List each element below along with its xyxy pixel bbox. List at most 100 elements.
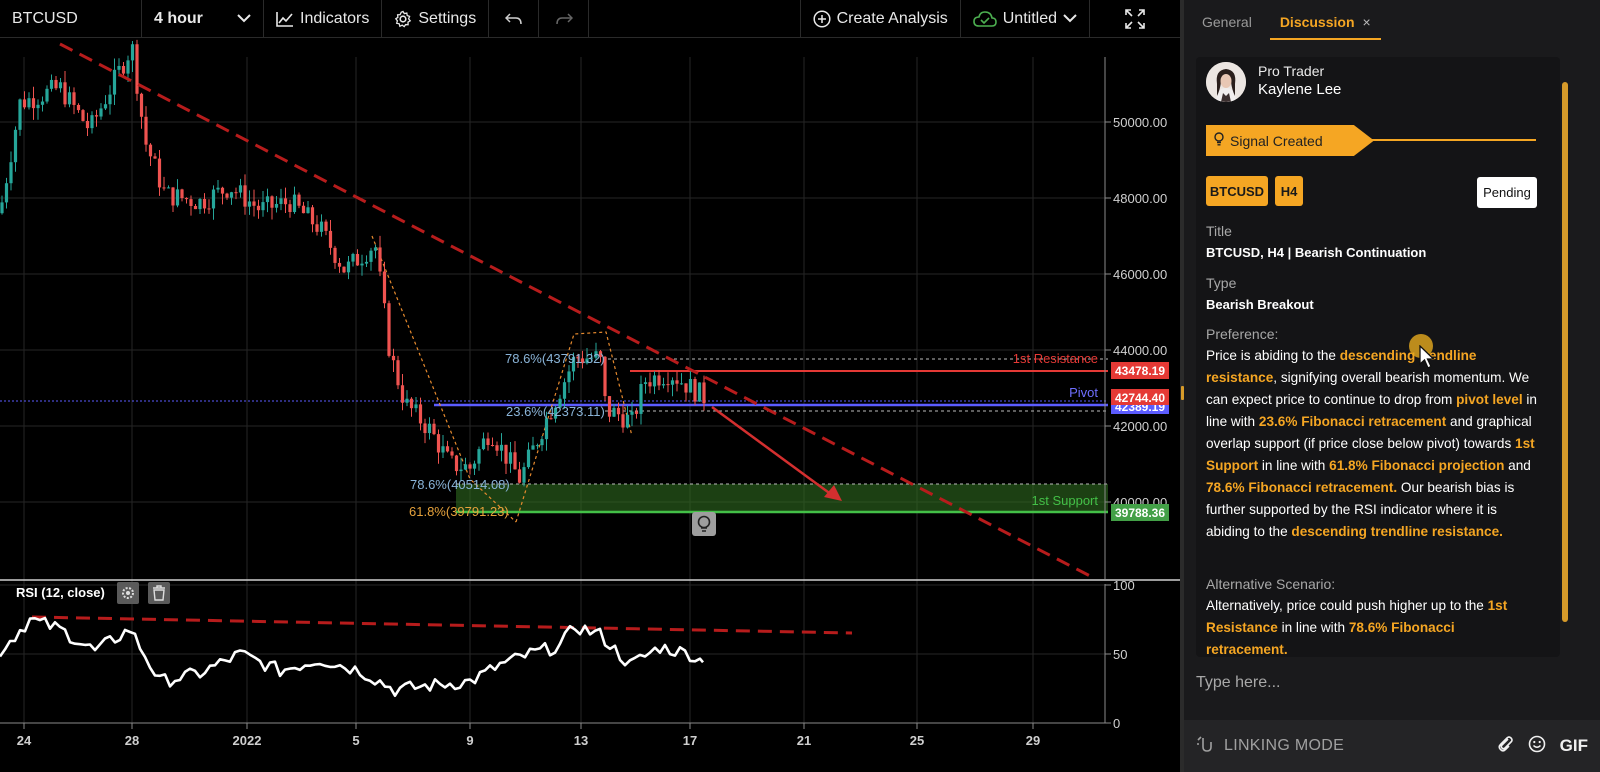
composer-actions: GIF bbox=[1496, 735, 1588, 758]
candle-body bbox=[436, 434, 441, 453]
interval-dropdown[interactable]: 4 hour bbox=[142, 0, 264, 37]
settings-button[interactable]: Settings bbox=[382, 0, 490, 37]
message-input[interactable] bbox=[1196, 670, 1576, 696]
candle-body bbox=[697, 382, 702, 402]
candle-body bbox=[675, 380, 679, 384]
candle-body bbox=[477, 449, 481, 464]
candle-body bbox=[418, 404, 423, 424]
candle-body bbox=[265, 196, 270, 203]
candle-body bbox=[130, 44, 135, 61]
lightbulb-icon[interactable] bbox=[692, 512, 716, 536]
time-tick-label: 9 bbox=[466, 733, 473, 748]
redo-button[interactable] bbox=[539, 0, 590, 37]
gear-icon bbox=[394, 10, 412, 28]
candle-body bbox=[112, 69, 117, 95]
candle-body bbox=[72, 92, 76, 105]
indicators-button[interactable]: Indicators bbox=[264, 0, 383, 37]
candle-body bbox=[396, 360, 400, 386]
chart-grid bbox=[0, 57, 1105, 724]
composer-toolbar: LINKING MODE GIF bbox=[1184, 720, 1600, 772]
candle-body bbox=[256, 205, 261, 211]
candle-body bbox=[40, 101, 45, 105]
pivot-label: Pivot bbox=[1069, 385, 1098, 400]
candle-body bbox=[562, 382, 567, 399]
support-zone bbox=[456, 484, 1108, 512]
candle-body bbox=[45, 88, 49, 102]
save-status-dropdown[interactable]: Untitled bbox=[961, 0, 1090, 37]
linking-mode-toggle[interactable]: LINKING MODE bbox=[1196, 734, 1344, 759]
rsi-label: RSI (12, close) bbox=[16, 585, 105, 600]
undo-button[interactable] bbox=[489, 0, 540, 37]
candle-body bbox=[94, 115, 99, 117]
emoji-icon[interactable] bbox=[1528, 735, 1546, 758]
candle-body bbox=[616, 407, 621, 415]
candle-body bbox=[693, 378, 697, 402]
candle-body bbox=[486, 438, 490, 445]
current-price-text: 42744.40 bbox=[1115, 391, 1165, 405]
rsi-tick-label: 50 bbox=[1113, 647, 1127, 662]
price-tick-label: 50000.00 bbox=[1113, 115, 1167, 130]
paperclip-icon[interactable] bbox=[1496, 735, 1514, 758]
preference-label: Preference: bbox=[1206, 326, 1279, 342]
tab-discussion[interactable]: Discussion × bbox=[1269, 14, 1381, 40]
candle-body bbox=[126, 60, 130, 74]
candle-body bbox=[274, 203, 279, 208]
rsi-tick-label: 100 bbox=[1113, 578, 1135, 593]
candle-body bbox=[540, 439, 544, 446]
candle-body bbox=[166, 187, 171, 189]
candle-body bbox=[414, 404, 418, 409]
time-tick-label: 5 bbox=[352, 733, 359, 748]
preference-text: Price is abiding to the descending trend… bbox=[1206, 348, 1537, 539]
tab-general[interactable]: General bbox=[1192, 14, 1262, 40]
create-analysis-button[interactable]: Create Analysis bbox=[801, 0, 961, 37]
projection-arrow bbox=[711, 405, 833, 497]
gif-button[interactable]: GIF bbox=[1560, 736, 1588, 756]
candle-body bbox=[198, 198, 202, 210]
time-tick-label: 24 bbox=[17, 733, 32, 748]
candle-body bbox=[652, 375, 657, 387]
candle-body bbox=[454, 455, 459, 472]
fib-618-label: 61.8%(39791.23) bbox=[409, 504, 509, 519]
fullscreen-button[interactable] bbox=[1090, 0, 1180, 37]
chevron-down-icon bbox=[1063, 14, 1077, 23]
candle-body bbox=[409, 398, 414, 409]
signal-banner-line bbox=[1369, 139, 1536, 141]
candle-body bbox=[171, 187, 175, 206]
candle-body bbox=[18, 99, 22, 130]
price-tick-label: 42000.00 bbox=[1113, 419, 1167, 434]
chart-toolbar: BTCUSD 4 hour Indicators Settings Create… bbox=[0, 0, 1180, 38]
panel-scrollbar[interactable] bbox=[1562, 82, 1568, 622]
cloud-check-icon bbox=[972, 10, 997, 27]
candle-body bbox=[342, 266, 346, 273]
rsi-settings-icon[interactable] bbox=[117, 582, 139, 604]
candle-body bbox=[4, 183, 9, 203]
candle-body bbox=[328, 230, 333, 248]
symbol-selector[interactable]: BTCUSD bbox=[0, 0, 142, 37]
avatar[interactable] bbox=[1206, 62, 1246, 102]
chart-area[interactable]: 1st Support Pivot 1st Resistance 78.6%(4… bbox=[0, 39, 1180, 772]
candlestick-series bbox=[0, 39, 706, 487]
candle-body bbox=[319, 221, 324, 232]
candle-body bbox=[333, 247, 337, 263]
candle-body bbox=[630, 411, 634, 415]
candle-body bbox=[499, 444, 504, 451]
candle-body bbox=[382, 271, 387, 304]
candle-body bbox=[184, 198, 189, 200]
candle-body bbox=[378, 247, 382, 272]
link-icon bbox=[1196, 734, 1216, 759]
tab-close-icon[interactable]: × bbox=[1363, 14, 1371, 30]
price-chart[interactable]: 1st Support Pivot 1st Resistance 78.6%(4… bbox=[0, 39, 1180, 772]
rsi-delete-icon[interactable] bbox=[148, 582, 170, 604]
tab-discussion-label: Discussion bbox=[1279, 14, 1355, 30]
candle-body bbox=[688, 378, 693, 393]
alternative-text: Alternatively, price could push higher u… bbox=[1206, 598, 1508, 657]
candle-body bbox=[648, 382, 652, 387]
candle-body bbox=[423, 423, 427, 434]
candle-body bbox=[432, 423, 436, 435]
support-price-text: 39788.36 bbox=[1115, 506, 1165, 520]
candle-body bbox=[310, 207, 315, 225]
status-badge[interactable]: Pending bbox=[1477, 177, 1537, 208]
candle-body bbox=[153, 156, 157, 159]
candle-body bbox=[252, 201, 256, 206]
tab-general-label: General bbox=[1202, 14, 1252, 30]
